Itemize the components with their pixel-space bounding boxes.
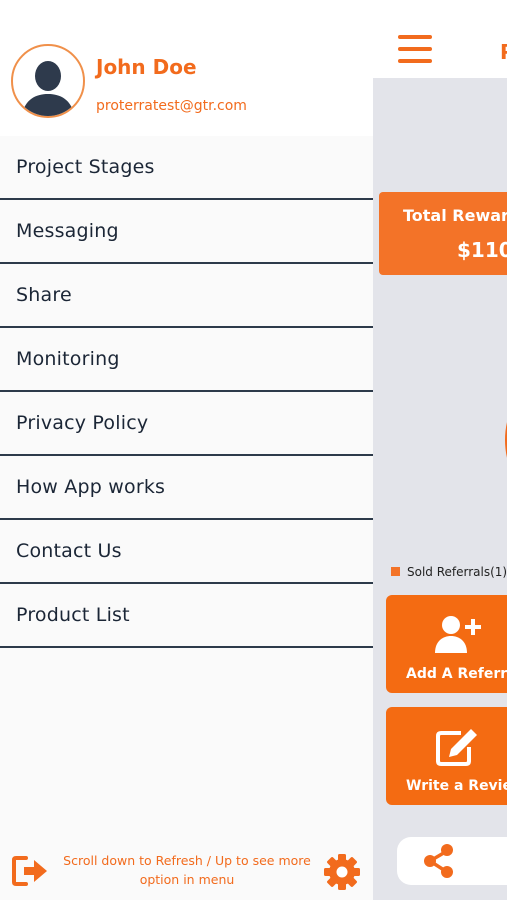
legend-swatch [391,567,400,576]
menu-item-how-app-works[interactable]: How App works [0,456,373,520]
legend-label: Sold Referrals(1) [407,565,507,579]
drawer-footer: Scroll down to Refresh / Up to see more … [0,840,373,900]
total-rewards-value: $110C [457,238,507,262]
navigation-drawer: John Doe proterratest@gtr.com Project St… [0,0,373,900]
total-rewards-label: Total Rewar [403,206,507,225]
gear-icon[interactable] [322,852,362,892]
user-email: proterratest@gtr.com [96,98,247,114]
write-review-button[interactable]: Write a Review [386,707,507,805]
write-review-label: Write a Review [406,778,507,794]
refresh-hint-text: Scroll down to Refresh / Up to see more … [63,853,311,887]
menu-item-label: Share [16,284,72,306]
menu-item-label: How App works [16,476,166,498]
add-referral-button[interactable]: Add A Referra [386,595,507,693]
drawer-menu: Project Stages Messaging Share Monitorin… [0,136,373,648]
dashboard-screen: P Total Rewar $110C Sold Referrals(1) Ad… [373,0,507,900]
person-avatar-icon[interactable] [11,44,85,118]
menu-item-contact-us[interactable]: Contact Us [0,520,373,584]
menu-item-project-stages[interactable]: Project Stages [0,136,373,200]
add-user-icon [435,615,481,655]
menu-item-label: Project Stages [16,156,155,178]
profile-header: John Doe proterratest@gtr.com [0,0,373,136]
menu-item-label: Privacy Policy [16,412,149,434]
user-name: John Doe [96,55,197,79]
hamburger-icon[interactable] [398,35,432,67]
edit-icon [435,727,481,767]
menu-item-product-list[interactable]: Product List [0,584,373,648]
page-title: P [500,40,507,64]
menu-item-messaging[interactable]: Messaging [0,200,373,264]
total-rewards-card: Total Rewar $110C [379,192,507,275]
menu-item-share[interactable]: Share [0,264,373,328]
add-referral-label: Add A Referra [406,666,507,682]
menu-item-label: Monitoring [16,348,120,370]
menu-item-monitoring[interactable]: Monitoring [0,328,373,392]
share-icon [421,843,457,879]
app-header: P [373,0,507,78]
menu-item-label: Product List [16,604,130,626]
menu-item-label: Contact Us [16,540,122,562]
menu-item-label: Messaging [16,220,119,242]
share-button[interactable] [397,837,507,885]
logout-icon[interactable] [12,855,50,887]
menu-item-privacy-policy[interactable]: Privacy Policy [0,392,373,456]
